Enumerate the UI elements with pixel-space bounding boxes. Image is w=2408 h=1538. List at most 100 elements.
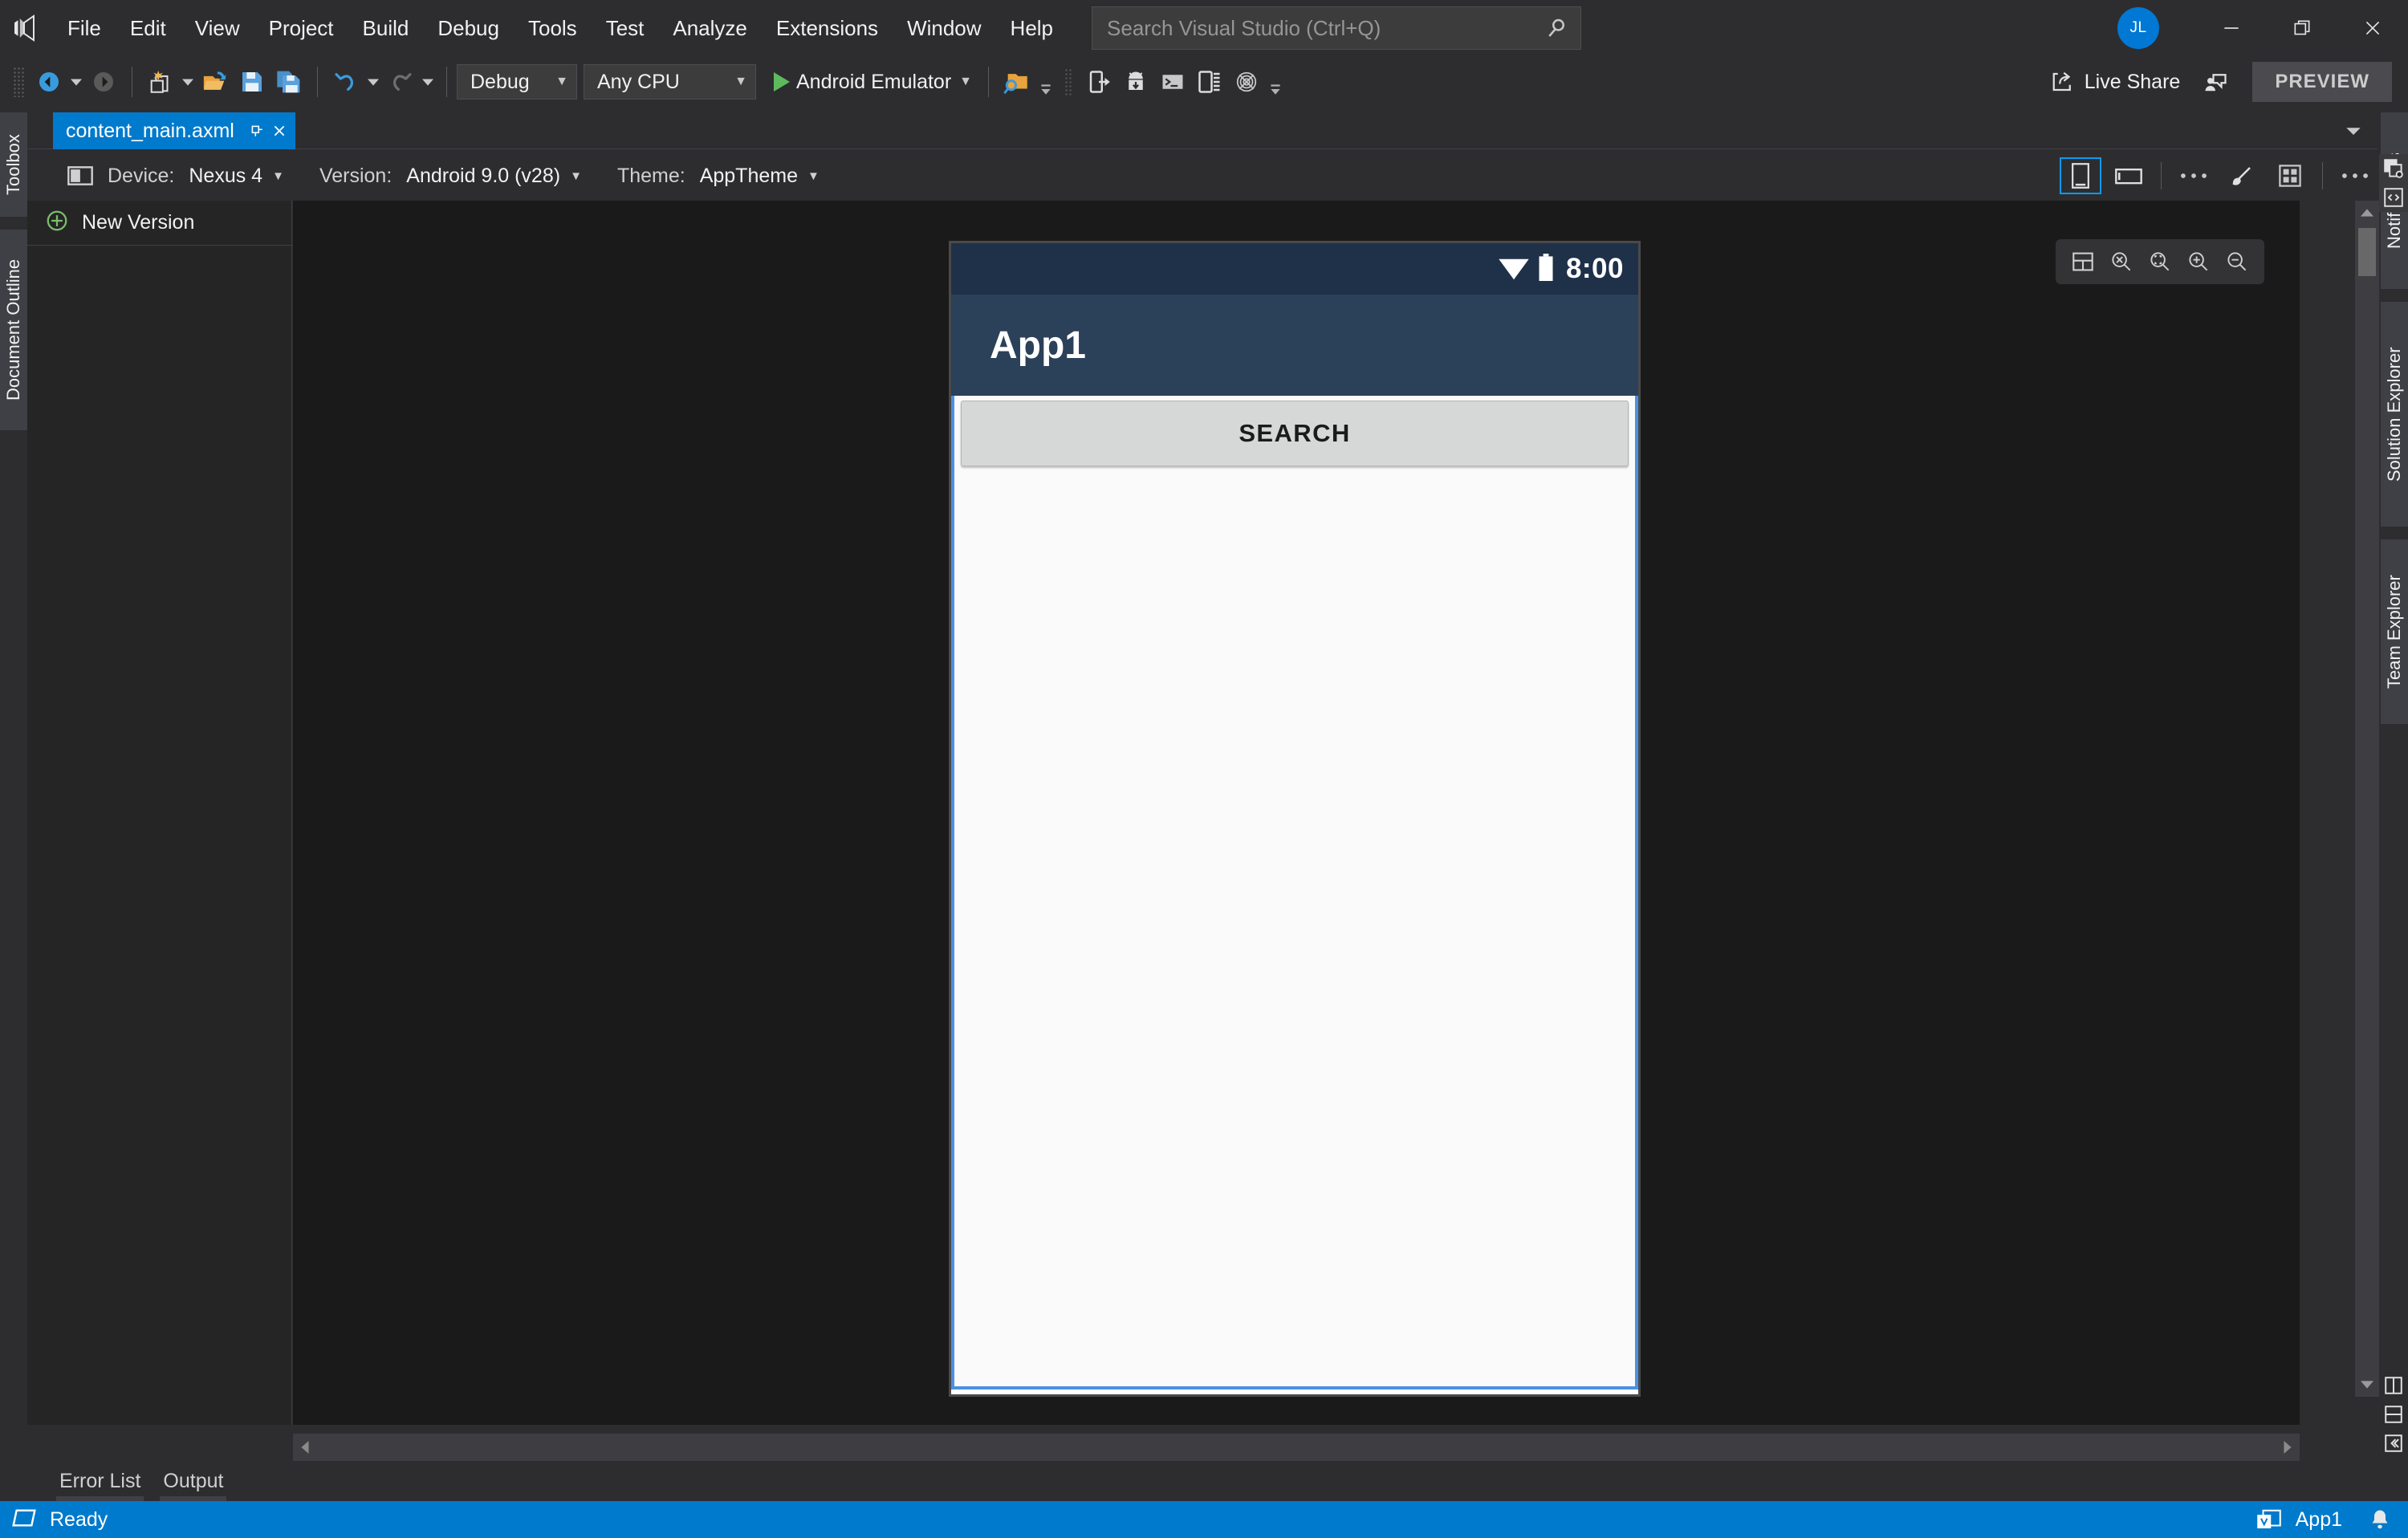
grid-icon[interactable] [2269,157,2311,194]
find-in-files-icon[interactable] [999,63,1035,101]
brush-icon[interactable] [2221,157,2263,194]
start-debugging-button[interactable]: Android Emulator ▼ [763,63,978,101]
sidebar-tab-team-explorer[interactable]: Team Explorer [2381,539,2408,724]
navigate-back-dropdown[interactable] [67,63,85,101]
scrollbar-thumb[interactable] [2358,228,2376,276]
sidebar-tab-solution-explorer[interactable]: Solution Explorer [2381,302,2408,527]
zoom-out-icon[interactable] [2218,242,2256,281]
menu-debug[interactable]: Debug [423,7,514,49]
zoom-in-icon[interactable] [2179,242,2218,281]
android-action-bar: App1 [951,295,1638,396]
menu-project[interactable]: Project [254,7,348,49]
source-code-icon[interactable] [2379,183,2408,212]
window-controls: JL [2117,0,2408,56]
find-dropdown[interactable] [1035,63,1056,101]
save-icon[interactable] [234,63,270,101]
scroll-left-icon[interactable] [293,1434,317,1461]
status-ready-text: Ready [50,1507,108,1531]
toolbar-grip[interactable] [13,67,24,97]
menu-file[interactable]: File [53,7,116,49]
tab-overflow-chevron-down-icon[interactable] [2342,120,2365,141]
navigate-forward-icon[interactable] [85,63,122,101]
scroll-down-icon[interactable] [2355,1373,2379,1397]
theme-dropdown[interactable]: AppTheme ▼ [694,159,826,193]
search-input[interactable] [1107,15,1543,41]
split-horizontal-icon[interactable] [2379,1400,2408,1429]
android-sdk-manager-icon[interactable] [1117,63,1154,101]
scroll-right-icon[interactable] [2276,1434,2300,1461]
menu-edit[interactable]: Edit [116,7,181,49]
configuration-combo[interactable]: Debug ▼ [457,64,577,100]
undo-icon[interactable] [327,63,364,101]
landscape-orientation-icon[interactable] [2108,157,2150,194]
status-time: 8:00 [1565,253,1624,284]
close-icon[interactable] [2337,0,2408,56]
menu-tools[interactable]: Tools [514,7,592,49]
menu-view[interactable]: View [181,7,254,49]
zoom-reset-icon[interactable] [2102,242,2141,281]
adb-console-icon[interactable] [1154,63,1191,101]
avatar[interactable]: JL [2117,7,2159,49]
device-deploy-icon[interactable] [1080,63,1117,101]
toolbar-grip[interactable] [1064,68,1072,96]
live-share-button[interactable]: Live Share [2038,62,2194,102]
undo-dropdown[interactable] [364,63,382,101]
restore-icon[interactable] [2267,0,2337,56]
device-preview-icon [67,165,93,186]
document-tab-content-main[interactable]: content_main.axml [53,112,295,149]
android-device-monitor-icon[interactable] [1228,63,1265,101]
chevron-down-icon: ▼ [734,75,747,88]
minimize-icon[interactable] [2196,0,2267,56]
search-icon [1542,14,1571,43]
navigate-back-icon[interactable] [31,63,67,101]
version-dropdown[interactable]: Android 9.0 (v28) ▼ [400,159,588,193]
wifi-icon [1497,254,1531,285]
version-panel: New Version [27,201,292,1425]
menu-window[interactable]: Window [893,7,995,49]
collapse-pane-icon[interactable] [2379,1429,2408,1458]
open-file-icon[interactable] [197,63,234,101]
save-all-icon[interactable] [270,63,307,101]
menu-help[interactable]: Help [996,7,1068,49]
zoom-actual-size-icon[interactable] [2141,242,2179,281]
toolbar-overflow-dropdown[interactable] [1265,63,1286,101]
menu-build[interactable]: Build [348,7,424,49]
search-button[interactable]: SEARCH [961,401,1629,466]
close-icon[interactable] [268,117,291,144]
designer-horizontal-scrollbar[interactable] [293,1434,2300,1461]
more-options-ellipsis-icon[interactable] [2334,157,2376,194]
scroll-up-icon[interactable] [2355,201,2379,225]
designer-surface-icon[interactable] [2379,154,2408,183]
platform-combo[interactable]: Any CPU ▼ [584,64,756,100]
bell-icon[interactable] [2363,1501,2397,1538]
quick-search-box[interactable] [1092,6,1582,50]
designer-toolbar: Device: Nexus 4 ▼ Version: Android 9.0 (… [27,154,2347,197]
device-log-icon[interactable] [1191,63,1228,101]
split-vertical-icon[interactable] [2379,1371,2408,1400]
menu-extensions[interactable]: Extensions [762,7,893,49]
more-options-ellipsis-icon[interactable] [2173,157,2215,194]
design-surface[interactable]: 8:00 App1 SEARCH [293,201,2300,1425]
pin-icon[interactable] [246,117,268,144]
sidebar-tab-toolbox[interactable]: Toolbox [0,112,27,217]
fit-to-window-icon[interactable] [2064,242,2102,281]
portrait-orientation-icon[interactable] [2060,157,2101,194]
version-value: Android 9.0 (v28) [406,164,561,187]
status-bar: Ready App1 [0,1501,2408,1538]
redo-dropdown[interactable] [419,63,437,101]
android-phone-preview[interactable]: 8:00 App1 SEARCH [949,241,1641,1397]
designer-vertical-scrollbar[interactable] [2355,201,2379,1397]
menu-test[interactable]: Test [592,7,659,49]
android-content-area[interactable]: SEARCH [951,396,1638,1389]
sidebar-tab-document-outline[interactable]: Document Outline [0,230,27,430]
new-item-dropdown[interactable] [179,63,197,101]
new-version-button[interactable]: New Version [27,201,291,246]
bottom-tool-window-tabs: Error List Output [0,1461,2408,1501]
menu-analyze[interactable]: Analyze [658,7,762,49]
device-dropdown[interactable]: Nexus 4 ▼ [182,159,291,193]
tab-output[interactable]: Output [152,1467,234,1501]
new-item-icon[interactable] [142,63,179,101]
feedback-icon[interactable] [2193,62,2238,102]
tab-error-list[interactable]: Error List [48,1467,152,1501]
redo-icon[interactable] [382,63,419,101]
